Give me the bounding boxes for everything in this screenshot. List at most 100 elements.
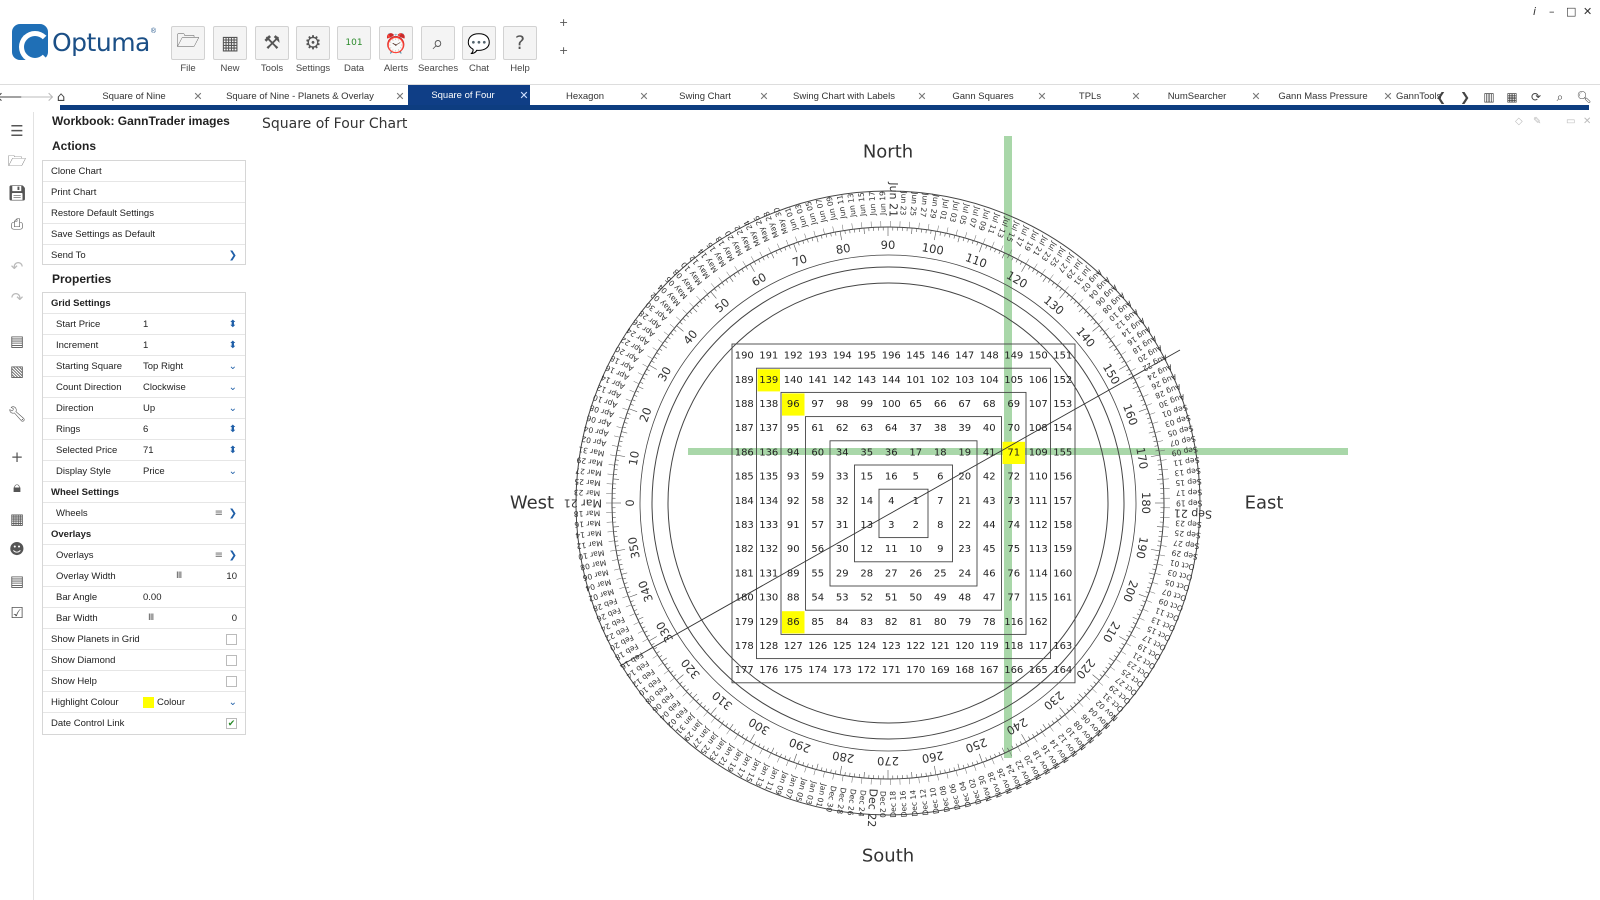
settings-button[interactable]: ⚙ Settings (293, 26, 333, 74)
spinner-arrows-icon[interactable]: ⬍ (229, 424, 237, 435)
checklist-icon[interactable]: ☑ (6, 602, 28, 624)
chart-properties-icon[interactable]: ▤ (6, 330, 28, 352)
rings-row[interactable]: Rings 6 ⬍ (43, 419, 245, 440)
print-icon[interactable]: ⎙ (6, 213, 28, 235)
action-clone-chart[interactable]: Clone Chart (43, 161, 245, 182)
tab-numsearcher[interactable]: NumSearcher ✕ (1144, 87, 1262, 105)
bar-width-value[interactable]: 0 (232, 613, 237, 624)
property-value[interactable]: 1 (143, 319, 148, 330)
highlight-colour-swatch[interactable] (143, 696, 154, 708)
tab-scroll-left-icon[interactable]: ❮ (1432, 88, 1450, 106)
tab-close-icon[interactable]: ✕ (638, 90, 650, 103)
search-icon[interactable]: ⌕ (1551, 88, 1569, 106)
lock-chart-icon[interactable]: ✎ (1533, 116, 1541, 127)
tab-close-icon[interactable]: ✕ (518, 89, 530, 102)
property-value[interactable]: 71 (143, 445, 154, 456)
tab-square-of-nine[interactable]: Square of Nine ✕ (76, 87, 204, 105)
slider-handle-icon[interactable]: Ⅲ (148, 613, 154, 623)
bar-angle-row[interactable]: Bar Angle 0.00 (43, 587, 245, 608)
bar-width-row[interactable]: Bar Width Ⅲ 0 (43, 608, 245, 629)
tab-close-icon[interactable]: ✕ (758, 90, 770, 103)
property-value[interactable]: Clockwise (143, 382, 186, 393)
tools-button[interactable]: ⚒ Tools (252, 26, 292, 74)
tab-close-icon[interactable]: ✕ (916, 90, 928, 103)
tab-hexagon[interactable]: Hexagon ✕ (532, 87, 650, 105)
tab-gann-squares[interactable]: Gann Squares ✕ (930, 87, 1048, 105)
overlays-row[interactable]: Overlays ≡ ❯ (43, 545, 245, 566)
chevron-right-icon[interactable]: ❯ (229, 550, 237, 561)
property-value[interactable]: Up (143, 403, 155, 414)
chevron-right-icon[interactable]: ❯ (229, 508, 237, 519)
tab-close-icon[interactable]: ✕ (1130, 90, 1142, 103)
list-icon[interactable]: ≡ (215, 550, 223, 561)
tab-scroll-right-icon[interactable]: ❯ (1456, 88, 1474, 106)
lock-icon[interactable]: 🔒︎ (6, 476, 28, 498)
tab-close-icon[interactable]: ✕ (192, 90, 204, 103)
forward-arrow-icon[interactable]: 🡒 (20, 88, 55, 106)
tab-square-of-four[interactable]: Square of Four ✕ (408, 85, 530, 105)
show-planets-checkbox[interactable] (226, 633, 237, 645)
add-button-top[interactable]: + (559, 16, 568, 29)
tab-tpls[interactable]: TPLs ✕ (1050, 87, 1142, 105)
count-direction-row[interactable]: Count Direction Clockwise ⌄ (43, 377, 245, 398)
data-button[interactable]: 101 Data (334, 26, 374, 74)
spinner-arrows-icon[interactable]: ⬍ (229, 340, 237, 351)
property-value[interactable]: Top Right (143, 361, 183, 372)
tab-close-icon[interactable]: ✕ (1250, 90, 1262, 103)
highlight-colour-row[interactable]: Highlight Colour Colour ⌄ (43, 692, 245, 713)
action-save-defaults[interactable]: Save Settings as Default (43, 224, 245, 245)
slider-handle-icon[interactable]: Ⅲ (176, 571, 182, 581)
alerts-button[interactable]: ⏰ Alerts (376, 26, 416, 74)
property-value[interactable]: 6 (143, 424, 148, 435)
document-icon[interactable]: ▤ (6, 570, 28, 592)
show-diamond-checkbox[interactable] (226, 654, 237, 666)
redo-icon[interactable]: ↷ (6, 287, 28, 309)
tab-close-icon[interactable]: ✕ (1036, 90, 1048, 103)
chevron-down-icon[interactable]: ⌄ (229, 466, 237, 477)
property-value[interactable]: 1 (143, 340, 148, 351)
grid-icon[interactable]: ▦ (6, 508, 28, 530)
searches-button[interactable]: ⌕ Searches (418, 26, 458, 74)
pin-icon[interactable]: ◇ (1515, 116, 1523, 127)
bar-angle-value[interactable]: 0.00 (143, 592, 162, 603)
image-gallery-icon[interactable]: ▧ (6, 360, 28, 382)
wheels-row[interactable]: Wheels ≡ ❯ (43, 503, 245, 524)
wrench-icon[interactable]: 🔧︎ (6, 403, 28, 425)
grid-view-icon[interactable]: ▦ (1503, 88, 1521, 106)
action-send-to[interactable]: Send To ❯ (43, 245, 245, 266)
selected-price-row[interactable]: Selected Price 71 ⬍ (43, 440, 245, 461)
close-chart-icon[interactable]: ✕ (1583, 116, 1591, 127)
starting-square-row[interactable]: Starting Square Top Right ⌄ (43, 356, 245, 377)
crosshair-icon[interactable]: + (6, 446, 28, 468)
property-value[interactable]: Price (143, 466, 165, 477)
date-control-link-checkbox[interactable]: ✔ (226, 718, 237, 729)
show-diamond-row[interactable]: Show Diamond (43, 650, 245, 671)
user-icon[interactable]: ☻ (6, 538, 28, 560)
save-icon[interactable]: 💾︎ (6, 182, 28, 204)
tab-ganntools[interactable]: GannTools (1396, 87, 1441, 105)
overlay-width-value[interactable]: 10 (226, 571, 237, 582)
list-icon[interactable]: ≡ (215, 508, 223, 519)
tab-square-of-nine-planets-overlay[interactable]: Square of Nine - Planets & Overlay ✕ (206, 87, 406, 105)
action-print-chart[interactable]: Print Chart (43, 182, 245, 203)
tab-swing-chart-with-labels[interactable]: Swing Chart with Labels ✕ (772, 87, 928, 105)
tab-swing-chart[interactable]: Swing Chart ✕ (652, 87, 770, 105)
show-help-checkbox[interactable] (226, 675, 237, 687)
chevron-down-icon[interactable]: ⌄ (229, 382, 237, 393)
tab-close-icon[interactable]: ✕ (394, 90, 406, 103)
increment-row[interactable]: Increment 1 ⬍ (43, 335, 245, 356)
spinner-arrows-icon[interactable]: ⬍ (229, 445, 237, 456)
help-button[interactable]: ? Help (500, 26, 540, 74)
tab-gann-mass-pressure[interactable]: Gann Mass Pressure ✕ (1264, 87, 1394, 105)
overlay-width-row[interactable]: Overlay Width Ⅲ 10 (43, 566, 245, 587)
date-control-link-row[interactable]: Date Control Link ✔ (43, 713, 245, 734)
home-icon[interactable]: ⌂ (52, 88, 70, 106)
maximize-icon[interactable]: □ (1566, 5, 1576, 18)
close-window-icon[interactable]: ✕ (1583, 5, 1592, 18)
spinner-arrows-icon[interactable]: ⬍ (229, 319, 237, 330)
workbook-tree-icon[interactable]: ☰ (6, 120, 28, 142)
open-folder-icon[interactable]: 🗁 (6, 152, 28, 174)
display-style-row[interactable]: Display Style Price ⌄ (43, 461, 245, 482)
show-help-row[interactable]: Show Help (43, 671, 245, 692)
minimize-icon[interactable]: – (1549, 5, 1555, 18)
